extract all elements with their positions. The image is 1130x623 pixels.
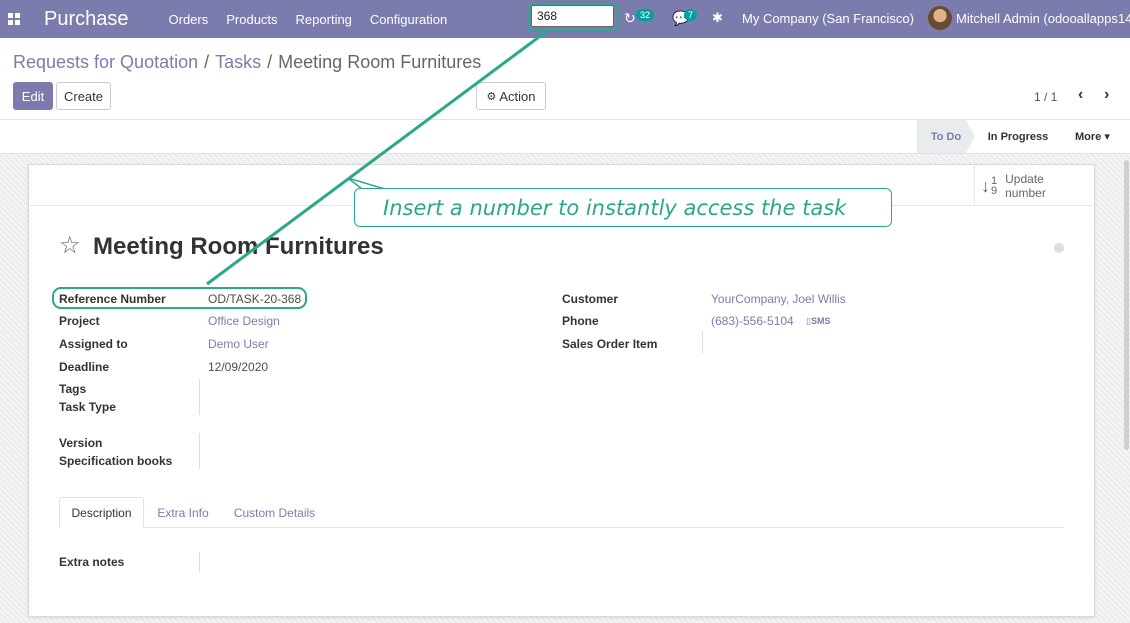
action-dropdown-button[interactable]: ⚙ Action: [476, 82, 546, 110]
menu-orders[interactable]: Orders: [169, 12, 209, 27]
label-sales-order-item: Sales Order Item: [562, 337, 658, 351]
tab-extra-info[interactable]: Extra Info: [147, 497, 219, 528]
reference-highlight-frame: [52, 287, 307, 309]
deadline-value: 12/09/2020: [208, 360, 269, 374]
sort-numeric-icon: ↓ 19: [981, 174, 998, 197]
label-customer: Customer: [562, 292, 619, 306]
label-extra-notes: Extra notes: [59, 555, 125, 569]
field-divider: [199, 552, 200, 572]
main-menu: Orders Products Reporting Configuration: [169, 12, 466, 27]
stage-to-do[interactable]: To Do: [917, 120, 975, 153]
project-link[interactable]: Office Design: [208, 314, 280, 328]
callout-tooltip: Insert a number to instantly access the …: [354, 188, 892, 227]
breadcrumb-separator: /: [204, 52, 210, 72]
user-avatar[interactable]: [928, 6, 952, 30]
breadcrumb-rfq[interactable]: Requests for Quotation: [13, 52, 198, 72]
field-divider: [702, 331, 703, 353]
message-count-badge: 7: [684, 9, 698, 21]
app-title[interactable]: Purchase: [44, 8, 129, 31]
activity-icon[interactable]: ↻: [624, 10, 636, 27]
debug-bug-icon[interactable]: ✱: [712, 10, 723, 26]
action-label: Action: [499, 88, 536, 104]
scrollbar[interactable]: [1124, 160, 1129, 450]
label-project: Project: [59, 314, 100, 328]
label-phone: Phone: [562, 314, 599, 328]
update-number-label: Update number: [1005, 171, 1046, 200]
menu-products[interactable]: Products: [226, 12, 277, 27]
company-switcher[interactable]: My Company (San Francisco): [742, 11, 914, 26]
breadcrumb-current: Meeting Room Furnitures: [278, 52, 482, 72]
tab-custom-details[interactable]: Custom Details: [227, 497, 322, 528]
breadcrumb: Requests for Quotation / Tasks / Meeting Roo…: [13, 52, 481, 73]
field-divider: [199, 379, 200, 415]
task-title: Meeting Room Furnitures: [93, 233, 384, 260]
user-menu[interactable]: Mitchell Admin (odooallapps14): [956, 11, 1130, 26]
label-deadline: Deadline: [59, 360, 110, 374]
form-sheet: ↓ 19 Update number ☆ Meeting Room Furnit…: [28, 164, 1095, 617]
edit-button[interactable]: Edit: [13, 82, 53, 110]
gear-icon: ⚙: [486, 90, 497, 103]
stage-statusbar: To Do In Progress More ▾: [0, 120, 1130, 154]
customer-link[interactable]: YourCompany, Joel Willis: [711, 292, 846, 306]
label-specification-books: Specification books: [59, 454, 173, 468]
pager-next-icon[interactable]: ›: [1104, 86, 1109, 104]
kanban-state-indicator[interactable]: [1054, 243, 1064, 253]
send-sms-button[interactable]: ▯SMS: [806, 316, 830, 327]
phone-link[interactable]: (683)-556-5104: [711, 314, 794, 328]
assigned-user-link[interactable]: Demo User: [208, 337, 269, 351]
label-task-type: Task Type: [59, 400, 116, 414]
breadcrumb-tasks[interactable]: Tasks: [215, 52, 261, 72]
control-panel: Requests for Quotation / Tasks / Meeting Roo…: [0, 38, 1130, 120]
activity-count-badge: 32: [636, 9, 655, 21]
notebook-tabs: Description Extra Info Custom Details: [59, 497, 1064, 528]
label-assigned-to: Assigned to: [59, 337, 128, 351]
search-highlight-frame: [527, 3, 619, 32]
label-tags: Tags: [59, 382, 87, 396]
stage-more-dropdown[interactable]: More ▾: [1075, 130, 1110, 143]
pager-prev-icon[interactable]: ‹: [1078, 86, 1083, 104]
breadcrumb-separator: /: [267, 52, 273, 72]
label-version: Version: [59, 436, 103, 450]
menu-configuration[interactable]: Configuration: [370, 12, 447, 27]
stage-in-progress[interactable]: In Progress: [975, 120, 1061, 153]
menu-reporting[interactable]: Reporting: [296, 12, 352, 27]
update-number-button[interactable]: ↓ 19 Update number: [974, 165, 1094, 206]
create-button[interactable]: Create: [56, 82, 111, 110]
field-divider: [199, 433, 200, 469]
favorite-star-icon[interactable]: ☆: [59, 231, 81, 260]
apps-menu-icon[interactable]: [8, 12, 22, 26]
tab-description[interactable]: Description: [59, 497, 144, 528]
pager-value[interactable]: 1 / 1: [1034, 90, 1057, 104]
